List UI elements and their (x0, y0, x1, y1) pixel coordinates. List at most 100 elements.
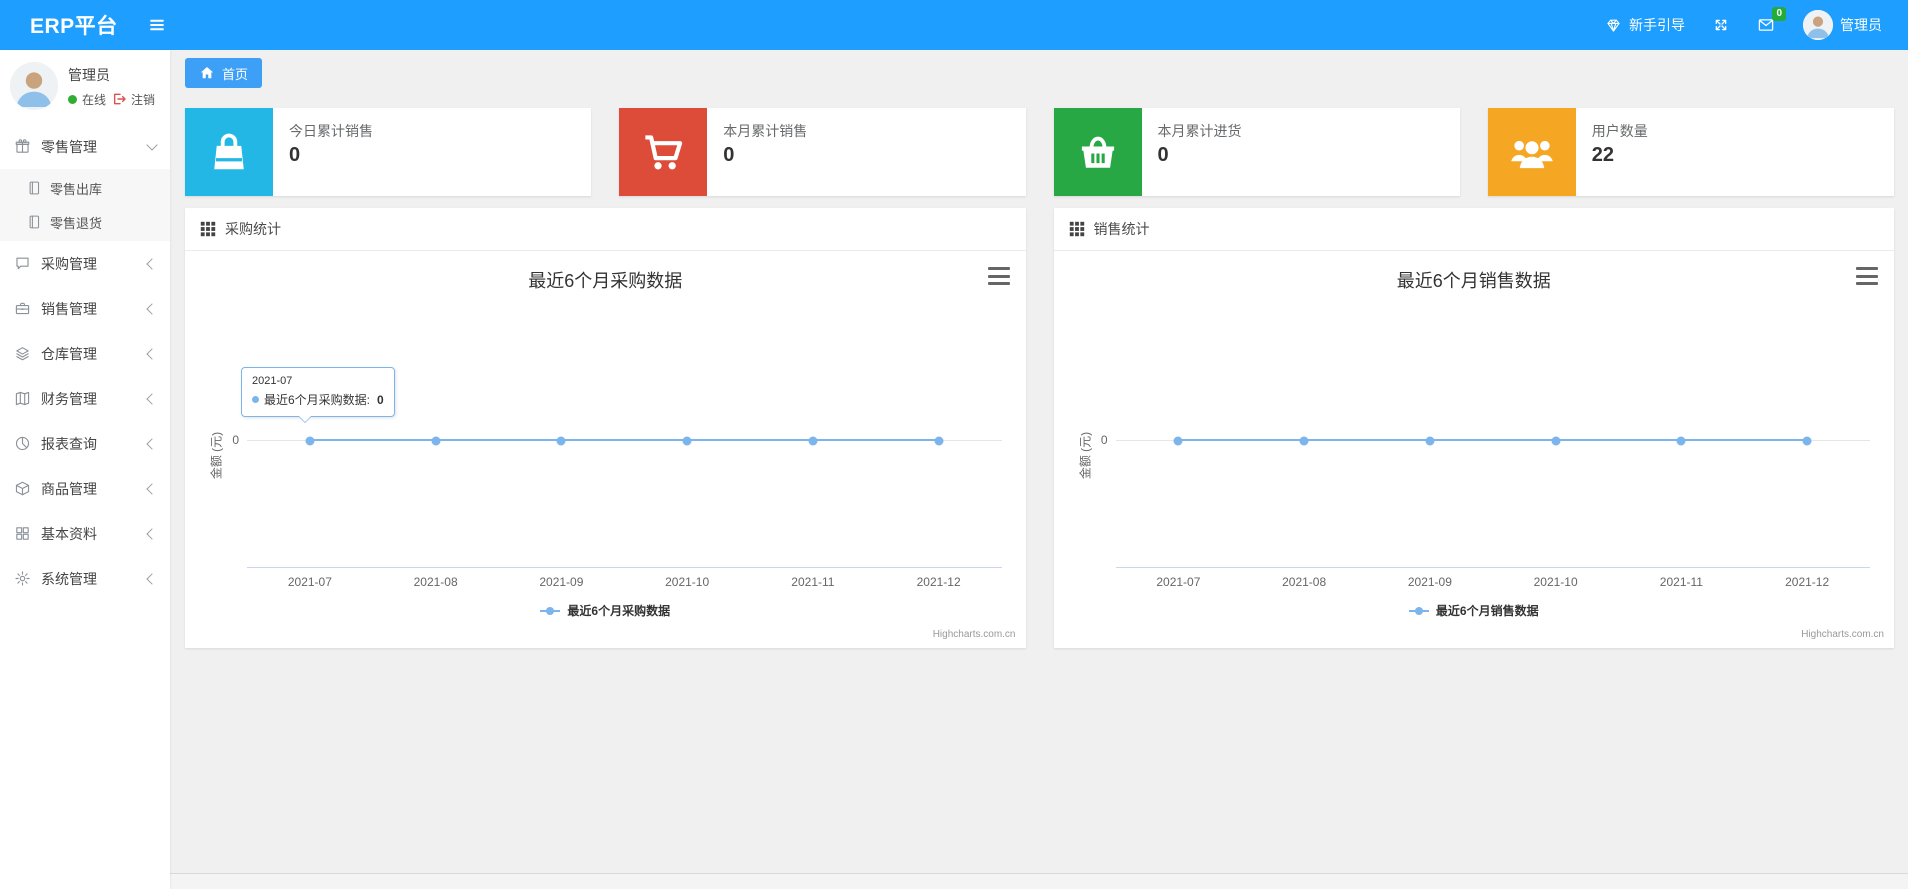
chevron-left-icon (146, 302, 158, 315)
app-window: ERP平台 新手引导 0 管理员 管理员 在线 注销 零售管理 零售出库 零售退… (0, 0, 1908, 889)
stat-card: 今日累计销售 0 (185, 108, 592, 196)
stat-card-value: 0 (1157, 144, 1169, 166)
gift-icon (14, 138, 31, 155)
sidebar-item[interactable]: 财务管理 (0, 376, 170, 421)
sidebar-item-label: 财务管理 (41, 390, 97, 407)
x-axis-tick-label: 2021-10 (1533, 575, 1578, 589)
panel-title: 销售统计 (1093, 221, 1150, 237)
highcharts-credits-link[interactable]: Highcharts.com.cn (933, 629, 1016, 640)
x-axis-line (1115, 567, 1870, 568)
guide-button[interactable]: 新手引导 (1605, 15, 1685, 35)
y-axis-title: 金额 (元) (209, 431, 224, 480)
shopping-cart-icon (619, 108, 708, 196)
stat-card-value: 0 (723, 144, 735, 166)
legend-label: 最近6个月销售数据 (1435, 604, 1539, 618)
data-point[interactable] (1676, 436, 1686, 445)
data-point[interactable] (808, 436, 818, 445)
chevron-left-icon (146, 437, 158, 450)
x-axis-tick-label: 2021-12 (1785, 575, 1830, 589)
stat-card-value: 0 (289, 144, 301, 166)
sidebar-user-name: 管理员 (68, 66, 110, 83)
x-axis-tick-label: 2021-10 (665, 575, 710, 589)
data-point[interactable] (682, 436, 692, 445)
chart: 最近6个月销售数据 0 金额 (元) 2021-07 2021-08 2021-09 202… (1054, 251, 1895, 648)
chart: 最近6个月采购数据 0 金额 (元) 2021-07 2021-08 2021-09 202… (185, 251, 1026, 648)
expand-icon (1713, 17, 1729, 33)
chevron-left-icon (146, 392, 158, 405)
tooltip-category: 2021-07 (252, 375, 293, 387)
shopping-bag-icon (185, 108, 273, 196)
main-content: 首页 今日累计销售 0 本月累计销售 0 本月累计进货 0 用户数量 22 采购统计 最近6个月… (170, 50, 1908, 889)
data-point[interactable] (1299, 436, 1309, 445)
map-icon (14, 390, 31, 407)
chart-legend[interactable]: 最近6个月销售数据 (1054, 602, 1895, 619)
avatar (1803, 10, 1833, 40)
logout-label: 注销 (131, 92, 156, 107)
legend-marker-icon (1408, 606, 1429, 616)
highcharts-credits-link[interactable]: Highcharts.com.cn (1801, 629, 1884, 640)
sidebar-item[interactable]: 商品管理 (0, 466, 170, 511)
stat-card-value: 22 (1591, 144, 1614, 166)
chevron-left-icon (146, 572, 158, 585)
panel-title: 采购统计 (225, 221, 281, 237)
tab-label: 首页 (222, 66, 249, 82)
chart-legend[interactable]: 最近6个月采购数据 (185, 602, 1026, 619)
data-point[interactable] (1551, 436, 1561, 445)
shopping-basket-icon (1053, 108, 1142, 196)
tooltip-series-row: 最近6个月采购数据: 0 (252, 391, 384, 408)
sidebar-item[interactable]: 销售管理 (0, 286, 170, 331)
mail-count-badge: 0 (1772, 7, 1786, 21)
sidebar-item[interactable]: 系统管理 (0, 556, 170, 601)
fullscreen-button[interactable] (1713, 17, 1729, 33)
data-point[interactable] (1425, 436, 1435, 445)
x-axis-tick-label: 2021-11 (1659, 575, 1703, 589)
x-axis-tick-label: 2021-09 (539, 575, 584, 589)
chevron-left-icon (146, 527, 158, 540)
layers-icon (14, 345, 31, 362)
top-navbar: ERP平台 新手引导 0 管理员 (0, 0, 1908, 50)
sidebar-subitem[interactable]: 零售出库 (0, 171, 170, 205)
footer (170, 873, 1908, 889)
sidebar-item[interactable]: 仓库管理 (0, 331, 170, 376)
online-status-dot (68, 94, 77, 104)
data-point[interactable] (1173, 436, 1183, 445)
sidebar-item-label: 仓库管理 (41, 345, 97, 362)
sidebar-user-panel: 管理员 在线 注销 (0, 50, 170, 120)
legend-label: 最近6个月采购数据 (567, 604, 671, 618)
sidebar-submenu: 零售出库 零售退货 (0, 169, 170, 241)
sidebar-item-label: 采购管理 (41, 255, 97, 272)
user-menu[interactable]: 管理员 (1803, 10, 1882, 40)
logout-button[interactable]: 注销 (111, 91, 155, 108)
stat-card: 用户数量 22 (1487, 108, 1894, 196)
sidebar-item[interactable]: 报表查询 (0, 421, 170, 466)
home-icon (199, 65, 215, 81)
data-point[interactable] (934, 436, 944, 445)
tooltip-arrow-inner (299, 416, 311, 428)
tooltip-value: 0 (377, 392, 384, 407)
th-icon (1069, 221, 1085, 237)
messages-button[interactable]: 0 (1757, 7, 1786, 34)
chart-tooltip: 2021-07 最近6个月采购数据: 0 (241, 367, 395, 423)
x-axis-tick-label: 2021-07 (287, 575, 332, 589)
x-axis-tick-label: 2021-07 (1156, 575, 1201, 589)
sidebar-item[interactable]: 零售管理 (0, 124, 170, 169)
series-line (309, 439, 939, 441)
sidebar-toggle-icon[interactable] (146, 16, 168, 34)
data-point[interactable] (1802, 436, 1812, 445)
data-point[interactable] (305, 436, 315, 445)
tab-home[interactable]: 首页 (185, 58, 263, 88)
navbar-left: ERP平台 (0, 10, 168, 40)
plot-area: 2021-07 2021-08 2021-09 2021-10 2021-11 2021-… (241, 251, 1002, 648)
x-axis-line (247, 567, 1002, 568)
sidebar-item[interactable]: 基本资料 (0, 511, 170, 556)
online-status-label: 在线 (82, 92, 107, 107)
sidebar-subitem[interactable]: 零售退货 (0, 205, 170, 239)
sidebar-item[interactable]: 采购管理 (0, 241, 170, 286)
stat-cards-row: 今日累计销售 0 本月累计销售 0 本月累计进货 0 用户数量 22 (185, 108, 1894, 196)
data-point[interactable] (431, 436, 441, 445)
guide-label: 新手引导 (1629, 17, 1685, 33)
sidebar: 管理员 在线 注销 零售管理 零售出库 零售退货采购管理销售管理仓库管理财务管理报表… (0, 50, 170, 889)
chart-panels-row: 采购统计 最近6个月采购数据 0 金额 (元) 2021-07 2021-08 2021-0… (185, 208, 1894, 648)
data-point[interactable] (556, 436, 566, 445)
stat-card-label: 本月累计销售 (723, 123, 808, 139)
